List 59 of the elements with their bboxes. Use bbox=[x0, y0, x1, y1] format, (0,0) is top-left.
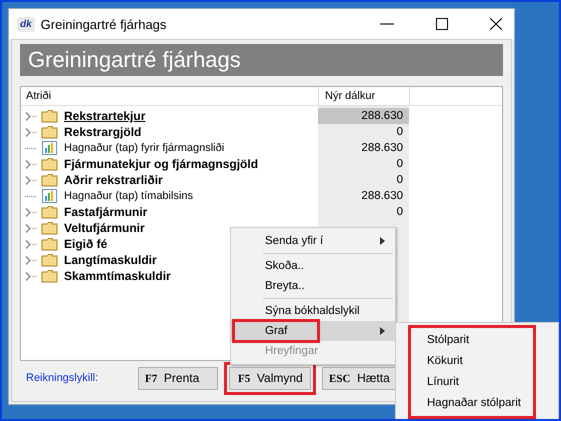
tree-item[interactable]: Hagnaður (tap) tímabilsins bbox=[64, 190, 194, 202]
tree-item[interactable]: Fjármunatekjur og fjármagnsgjöld bbox=[64, 157, 258, 171]
folder-icon bbox=[41, 173, 58, 187]
tree-item[interactable]: Eigið fé bbox=[64, 237, 108, 251]
value-cell: 288.630 bbox=[318, 108, 409, 124]
expand-icon[interactable] bbox=[25, 176, 37, 184]
maximize-icon[interactable] bbox=[436, 18, 448, 30]
tree-item[interactable]: Fastafjármunir bbox=[64, 205, 148, 219]
folder-icon bbox=[41, 125, 58, 139]
bar-chart-icon bbox=[41, 141, 58, 155]
folder-icon bbox=[41, 253, 58, 267]
app-logo-icon: dk bbox=[17, 16, 35, 32]
folder-icon bbox=[41, 269, 58, 283]
menu-item[interactable]: Breyta.. bbox=[231, 276, 395, 301]
window-title: Greiningartré fjárhags bbox=[40, 16, 166, 32]
menu-item[interactable]: Skoða.. bbox=[231, 256, 395, 276]
close-icon[interactable] bbox=[490, 18, 502, 30]
value-cell-text: 0 bbox=[396, 125, 404, 140]
tree-item[interactable]: Aðrir rekstrarliðir bbox=[64, 173, 163, 187]
column-header[interactable]: Nýr dálkur bbox=[319, 87, 410, 105]
menu-item[interactable]: Graf bbox=[231, 321, 395, 341]
value-cell-text: 0 bbox=[396, 205, 404, 220]
tree-item[interactable]: Hagnaður (tap) fyrir fjármagnsliði bbox=[64, 142, 224, 154]
footer-button[interactable]: F7 Prenta bbox=[138, 366, 218, 390]
folder-icon bbox=[41, 157, 58, 171]
tree-item[interactable]: Rekstrargjöld bbox=[64, 125, 142, 139]
value-cell-text: 288.630 bbox=[360, 189, 404, 204]
tree-item[interactable]: Veltufjármunir bbox=[64, 221, 145, 235]
column-header[interactable]: Atriði bbox=[21, 87, 319, 105]
expand-icon[interactable] bbox=[25, 272, 37, 280]
value-cell-text: 0 bbox=[396, 173, 404, 188]
menu-item[interactable]: Senda yfir í bbox=[231, 231, 395, 256]
tree-item[interactable]: Skammtímaskuldir bbox=[64, 269, 171, 283]
menu-item[interactable]: Hagnaðar stólparit bbox=[411, 393, 533, 414]
expand-icon[interactable] bbox=[25, 128, 37, 136]
menu-item[interactable]: Stólparit bbox=[411, 330, 533, 351]
expand-icon[interactable] bbox=[25, 160, 37, 168]
tree-item[interactable]: Langtímaskuldir bbox=[64, 253, 157, 267]
bar-chart-icon bbox=[41, 189, 58, 203]
folder-icon bbox=[41, 109, 58, 123]
expand-icon[interactable] bbox=[25, 240, 37, 248]
expand-icon[interactable] bbox=[25, 112, 37, 120]
folder-icon bbox=[41, 221, 58, 235]
expand-icon[interactable] bbox=[25, 208, 37, 216]
minimize-icon[interactable] bbox=[380, 23, 394, 25]
folder-icon bbox=[41, 237, 58, 251]
value-cell-text: 0 bbox=[396, 157, 404, 172]
submenu-arrow-icon bbox=[380, 237, 385, 245]
submenu-arrow-icon bbox=[380, 327, 385, 335]
menu-item[interactable]: Sýna bókhaldslykil bbox=[231, 301, 395, 321]
expand-icon[interactable] bbox=[25, 224, 37, 232]
folder-icon bbox=[41, 205, 58, 219]
chart-of-accounts-link[interactable]: Reikningslykill: bbox=[26, 372, 126, 384]
value-cell-text: 288.630 bbox=[360, 141, 404, 156]
tree-item[interactable]: Rekstrartekjur bbox=[64, 109, 146, 123]
expand-icon[interactable] bbox=[25, 256, 37, 264]
page-header: Greiningartré fjárhags bbox=[20, 44, 503, 76]
menu-item[interactable]: Kökurit bbox=[411, 351, 533, 372]
menu-item[interactable]: Línurit bbox=[411, 372, 533, 393]
